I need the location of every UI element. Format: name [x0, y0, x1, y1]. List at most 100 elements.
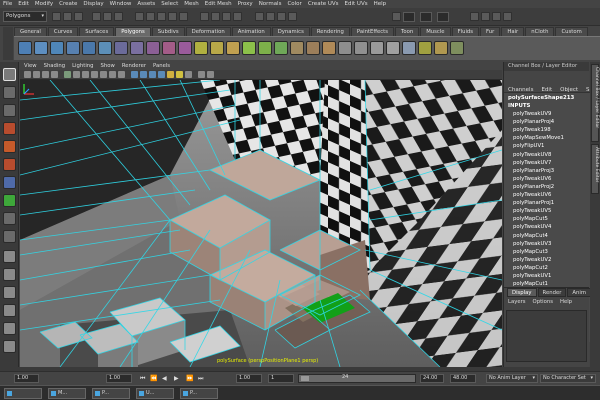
input-node-item[interactable]: polyTweak198 [513, 127, 551, 133]
menu-window[interactable]: Window [110, 0, 132, 8]
input-node-item[interactable]: polyPlanarProj1 [513, 200, 554, 206]
input-node-item[interactable]: polyPlanarProj4 [513, 119, 554, 125]
bookmarks-icon[interactable] [42, 71, 49, 78]
layer-tab-render[interactable]: Render [537, 288, 567, 297]
poly-cone-icon[interactable] [66, 41, 80, 55]
shadows-icon[interactable] [185, 71, 192, 78]
mask-edge-icon[interactable] [146, 12, 155, 21]
paint-select-tool-icon[interactable] [3, 104, 16, 117]
spherical-map-icon[interactable] [370, 41, 384, 55]
snap-point-icon[interactable] [222, 12, 231, 21]
step-back-key-icon[interactable]: ⏪ [150, 375, 157, 382]
taskbar-button[interactable]: M... [48, 388, 86, 399]
ipr-render-icon[interactable] [277, 12, 286, 21]
wireframe-on-shaded-icon[interactable] [149, 71, 156, 78]
automatic-map-icon[interactable] [386, 41, 400, 55]
menu-normals[interactable]: Normals [259, 0, 282, 8]
panel-menu-lighting[interactable]: Lighting [72, 63, 93, 69]
input-node-item[interactable]: polyTweakUV2 [513, 257, 551, 263]
menu-mesh[interactable]: Mesh [184, 0, 198, 8]
shelf-tab-curves[interactable]: Curves [47, 27, 79, 36]
persp-outliner-layout-icon[interactable] [3, 286, 16, 299]
perspective-viewport[interactable]: polySurface (perspPositionPlane1 persp) [20, 80, 502, 367]
xray-joints-icon[interactable] [207, 71, 214, 78]
input-field-2[interactable] [420, 12, 432, 22]
gate-mask-icon[interactable] [91, 71, 98, 78]
input-node-item[interactable]: polyMapCut3 [513, 249, 548, 255]
insert-edge-loop-icon[interactable] [258, 41, 272, 55]
chamfer-icon[interactable] [322, 41, 336, 55]
panel-menu-view[interactable]: View [24, 63, 37, 69]
menu-display[interactable]: Display [83, 0, 103, 8]
end-time-field[interactable]: 48.00 [450, 374, 476, 383]
select-component-icon[interactable] [114, 12, 123, 21]
combine-icon[interactable] [130, 41, 144, 55]
use-all-lights-icon[interactable] [176, 71, 183, 78]
menu-proxy[interactable]: Proxy [238, 0, 253, 8]
poly-plane-icon[interactable] [82, 41, 96, 55]
mask-vertex-icon[interactable] [135, 12, 144, 21]
render-settings-icon[interactable] [288, 12, 297, 21]
tab-channel-box[interactable]: Channel Box / Layer Editor [591, 64, 599, 142]
save-scene-icon[interactable] [74, 12, 83, 21]
select-camera-icon[interactable] [24, 71, 31, 78]
smooth-shade-icon[interactable] [140, 71, 147, 78]
shelf-tab-muscle[interactable]: Muscle [420, 27, 451, 36]
taskbar-button[interactable]: U... [136, 388, 174, 399]
layer-menu-options[interactable]: Options [533, 299, 553, 305]
render-icon[interactable] [266, 12, 275, 21]
safe-title-icon[interactable] [118, 71, 125, 78]
playback-start-field[interactable]: 1 [268, 374, 294, 383]
rotate-tool-icon[interactable] [3, 140, 16, 153]
mask-uv-icon[interactable] [168, 12, 177, 21]
wireframe-icon[interactable] [131, 71, 138, 78]
menu-edit-mesh[interactable]: Edit Mesh [205, 0, 232, 8]
current-frame-field[interactable]: 1.00 [106, 374, 132, 383]
panel-menu-shading[interactable]: Shading [44, 63, 66, 69]
input-node-item[interactable]: polyTweakUV9 [513, 111, 551, 117]
scale-tool-icon[interactable] [3, 158, 16, 171]
layer-menu-layers[interactable]: Layers [508, 299, 526, 305]
layer-tab-anim[interactable]: Anim [567, 288, 592, 297]
camera-attributes-icon[interactable] [33, 71, 40, 78]
input-field-3[interactable] [437, 12, 449, 22]
shape-node-name[interactable]: polySurfaceShape213 [508, 95, 574, 101]
range-start-field[interactable]: 1.00 [236, 374, 262, 383]
bridge-icon[interactable] [210, 41, 224, 55]
play-forwards-icon[interactable]: ▶ [174, 375, 179, 382]
extract-icon[interactable] [162, 41, 176, 55]
anim-layer-dropdown[interactable]: No Anim Layer ▾ [486, 374, 538, 383]
film-gate-icon[interactable] [73, 71, 80, 78]
shelf-tab-deformation[interactable]: Deformation [185, 27, 231, 36]
input-node-item[interactable]: polyTweakUV8 [513, 152, 551, 158]
menu-create[interactable]: Create [59, 0, 77, 8]
field-chart-icon[interactable] [100, 71, 107, 78]
bevel-icon[interactable] [306, 41, 320, 55]
shelf-tab-custom[interactable]: Custom [555, 27, 588, 36]
shelf-tab-polygons[interactable]: Polygons [115, 27, 151, 36]
merge-vertices-icon[interactable] [290, 41, 304, 55]
input-node-item[interactable]: polyMapCut4 [513, 233, 548, 239]
shelf-menu-handle[interactable] [3, 27, 13, 60]
planar-map-icon[interactable] [338, 41, 352, 55]
shelf-tab-general[interactable]: General [14, 27, 47, 36]
play-backwards-icon[interactable]: ◀ [162, 375, 167, 382]
menu-help[interactable]: Help [374, 0, 387, 8]
menu-modify[interactable]: Modify [35, 0, 53, 8]
single-perspective-layout-icon[interactable] [3, 250, 16, 263]
menu-create-uvs[interactable]: Create UVs [308, 0, 339, 8]
poly-cylinder-icon[interactable] [50, 41, 64, 55]
uv-editor-icon[interactable] [402, 41, 416, 55]
shelf-tab-fluids[interactable]: Fluids [451, 27, 480, 36]
poly-cube-icon[interactable] [34, 41, 48, 55]
shelf-tab-animation[interactable]: Animation [231, 27, 271, 36]
mask-face-icon[interactable] [157, 12, 166, 21]
shelf-tab-dynamics[interactable]: Dynamics [271, 27, 310, 36]
snap-curve-icon[interactable] [211, 12, 220, 21]
panel-menu-panels[interactable]: Panels [153, 63, 170, 69]
playback-end-field[interactable]: 24.00 [420, 374, 444, 383]
menu-edit-uvs[interactable]: Edit UVs [345, 0, 368, 8]
universal-manipulator-icon[interactable] [3, 176, 16, 189]
grid-icon[interactable] [64, 71, 71, 78]
select-tool-icon[interactable] [3, 68, 16, 81]
